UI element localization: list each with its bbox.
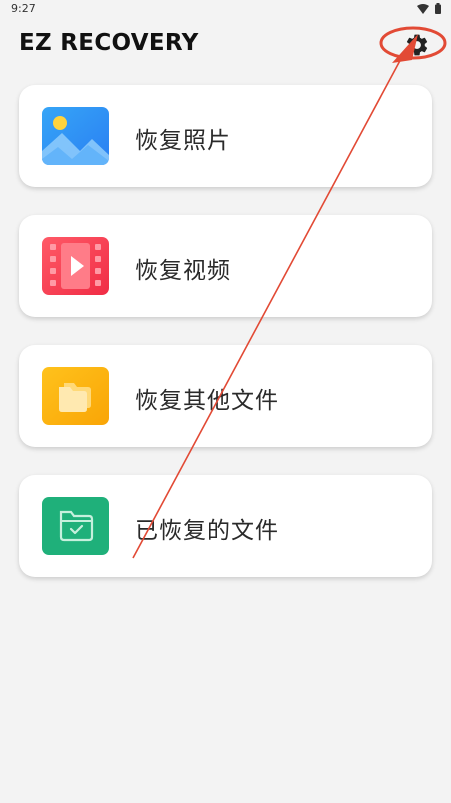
recover-other-files-card[interactable]: 恢复其他文件 (19, 345, 432, 447)
recovered-folder-icon (42, 497, 109, 555)
recover-videos-card[interactable]: 恢复视频 (19, 215, 432, 317)
recovered-files-card[interactable]: 已恢复的文件 (19, 475, 432, 577)
recover-videos-label: 恢复视频 (135, 258, 231, 284)
status-time: 9:27 (11, 2, 36, 15)
settings-button[interactable] (402, 30, 432, 60)
battery-icon (435, 3, 441, 14)
recover-photos-card[interactable]: 恢复照片 (19, 85, 432, 187)
app-title: EZ RECOVERY (19, 30, 199, 56)
status-bar: 9:27 (0, 0, 451, 22)
wifi-icon (417, 3, 429, 14)
folder-icon (42, 367, 109, 425)
app-bar: EZ RECOVERY (0, 22, 451, 70)
photo-icon (42, 107, 109, 165)
status-icons (417, 3, 441, 14)
recover-other-files-label: 恢复其他文件 (135, 388, 279, 414)
gear-icon (406, 34, 428, 56)
recover-photos-label: 恢复照片 (135, 128, 231, 154)
recovered-files-label: 已恢复的文件 (135, 518, 279, 544)
video-icon (42, 237, 109, 295)
